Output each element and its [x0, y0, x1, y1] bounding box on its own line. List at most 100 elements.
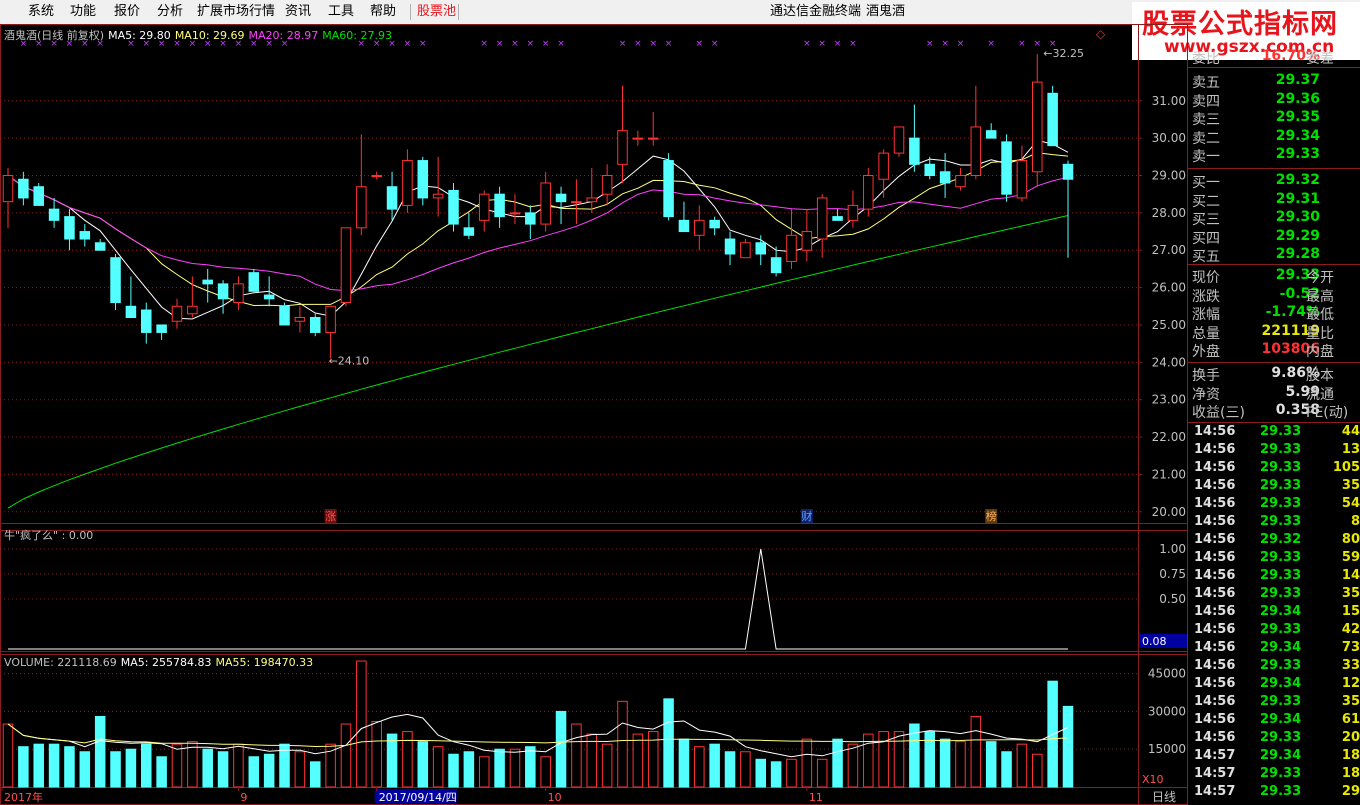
candle-body-up	[478, 193, 490, 221]
tick-price: 29.33	[1260, 766, 1302, 781]
tick-row: 14:56 29.33 20	[1188, 730, 1360, 748]
menu-quote[interactable]: 报价	[114, 0, 140, 24]
tick-time: 14:57	[1194, 784, 1236, 799]
candle-body-up	[955, 175, 966, 188]
quote-stat-label: 涨跌	[1192, 288, 1220, 305]
volume-legend: VOLUME: 221118.69 MA5: 255784.83 MA55: 198…	[4, 656, 317, 669]
menu-analysis[interactable]: 分析	[157, 0, 183, 24]
period-label: 日线	[1152, 790, 1176, 804]
indicator-tick-label: 0.75	[1159, 567, 1186, 581]
volume-bar-up	[340, 723, 352, 788]
candle-body-down	[663, 160, 674, 218]
chart-area[interactable]: ←32.25 ←24.10 31.00 30.00 29.00 28.00 27.00 26…	[0, 24, 1188, 805]
sell-level[interactable]: 卖二 29.34	[1188, 128, 1360, 147]
quote-stat-label: 涨幅	[1192, 307, 1220, 323]
tick-volume: 59	[1341, 550, 1360, 565]
quote-stat[interactable]: 外盘 103806 内盘	[1188, 341, 1360, 360]
signal-marker: ×	[803, 39, 811, 49]
tick-volume: 73	[1341, 640, 1360, 655]
sell-level[interactable]: 卖一 29.33	[1188, 146, 1360, 165]
tick-volume: 13	[1341, 442, 1360, 457]
ma5-legend: MA5: 29.80	[108, 29, 171, 42]
candle-body-down	[279, 305, 290, 326]
volume-bar-up	[1016, 743, 1028, 788]
fundamental-stat[interactable]: 净资 5.99 流通	[1188, 384, 1360, 403]
volume-bar-up	[601, 743, 613, 788]
menu-system[interactable]: 系统	[28, 0, 54, 24]
candle-body-down	[64, 216, 75, 240]
candle-body-down	[156, 324, 167, 333]
price-tick-label: 25.00	[1152, 318, 1186, 332]
signal-marker: ×	[511, 39, 519, 49]
menu-stock-pool[interactable]: 股票池	[417, 0, 456, 24]
candle-body-down	[140, 309, 152, 333]
fundamental-stat-right-label: PE(动)	[1306, 405, 1349, 421]
candle-body-up	[233, 283, 244, 304]
menu-extended-market[interactable]: 扩展市场行情	[197, 0, 275, 24]
volume-bar-up	[233, 743, 244, 788]
menu-help[interactable]: 帮助	[370, 0, 396, 24]
buy-level[interactable]: 买一 29.32	[1188, 172, 1360, 191]
sell-level-value: 29.33	[1275, 146, 1320, 162]
tick-row: 14:56 29.33 105	[1188, 460, 1360, 478]
candle-body-down	[494, 193, 505, 218]
tick-volume: 80	[1341, 532, 1360, 547]
volume-bar-down	[663, 698, 674, 788]
tick-time: 14:56	[1194, 496, 1236, 511]
candle-body-up	[187, 305, 198, 315]
buy-level[interactable]: 买五 29.28	[1188, 246, 1360, 265]
tick-price: 29.33	[1260, 658, 1302, 673]
date-label: 11	[809, 791, 823, 804]
signal-marker: ×	[849, 39, 857, 49]
quote-stat[interactable]: 涨幅 -1.74% 最低	[1188, 304, 1360, 323]
candle-body-down	[1001, 141, 1012, 195]
date-label: 2017年	[4, 790, 43, 804]
candle-body-up	[371, 175, 382, 178]
signal-marker: ×	[1034, 39, 1042, 49]
tick-price: 29.32	[1260, 532, 1302, 547]
sell-level[interactable]: 卖四 29.36	[1188, 91, 1360, 110]
tick-time: 14:56	[1194, 640, 1236, 655]
buy-level[interactable]: 买二 29.31	[1188, 191, 1360, 210]
sell-level[interactable]: 卖五 29.37	[1188, 72, 1360, 91]
candle-body-down	[1062, 163, 1074, 180]
signal-marker: ×	[649, 39, 657, 49]
main-chart-legend: 酒鬼酒(日线 前复权) MA5: 29.80 MA10: 29.69 MA20: 28…	[4, 27, 396, 43]
buy-level[interactable]: 买三 29.30	[1188, 209, 1360, 228]
panel-divider	[1188, 168, 1360, 169]
signal-marker: ×	[419, 39, 427, 49]
tick-price: 29.33	[1260, 514, 1302, 529]
tick-volume: 29	[1341, 784, 1360, 799]
sell-level[interactable]: 卖三 29.35	[1188, 109, 1360, 128]
signal-marker: ×	[404, 39, 412, 49]
candle-body-up	[1032, 81, 1043, 173]
tick-row: 14:56 29.34 73	[1188, 640, 1360, 658]
quote-stat[interactable]: 涨跌 -0.52 最高	[1188, 286, 1360, 305]
tick-time: 14:56	[1194, 694, 1236, 709]
volume-bar-down	[678, 738, 690, 788]
tick-volume: 20	[1341, 730, 1360, 745]
candle-body-down	[555, 193, 567, 203]
tick-row: 14:56 29.34 12	[1188, 676, 1360, 694]
quote-stat-right-label: 最高	[1306, 288, 1334, 305]
menu-news[interactable]: 资讯	[285, 0, 311, 24]
candle-body-down	[79, 231, 91, 240]
quote-panel: 委比 16.70% 委差 卖五 29.37 卖四 29.36 卖三 29.35 卖二 29.34 卖一…	[1188, 42, 1360, 805]
tick-row: 14:56 29.33 42	[1188, 622, 1360, 640]
buy-level-label: 买四	[1192, 230, 1220, 247]
tick-time: 14:56	[1194, 550, 1236, 565]
order-ratio[interactable]: 委比 16.70% 委差	[1188, 48, 1360, 67]
fundamental-stat[interactable]: 收益(三) 0.358 PE(动)	[1188, 402, 1360, 421]
tick-volume: 15	[1341, 604, 1360, 619]
menu-tools[interactable]: 工具	[328, 0, 354, 24]
signal-marker: ×	[634, 39, 642, 49]
quote-stat[interactable]: 现价 29.33 今开	[1188, 267, 1360, 286]
candle-body-down	[463, 227, 475, 236]
quote-stat-right-label: 内盘	[1306, 344, 1334, 360]
fundamental-stat[interactable]: 换手 9.86% 股本	[1188, 365, 1360, 384]
volume-panel: 45000 30000 15000 X10	[0, 660, 1186, 788]
quote-stat[interactable]: 总量 221119 量比	[1188, 323, 1360, 342]
menu-function[interactable]: 功能	[70, 0, 96, 24]
buy-level[interactable]: 买四 29.29	[1188, 228, 1360, 247]
fundamental-stat-label: 收益(三)	[1192, 405, 1245, 421]
